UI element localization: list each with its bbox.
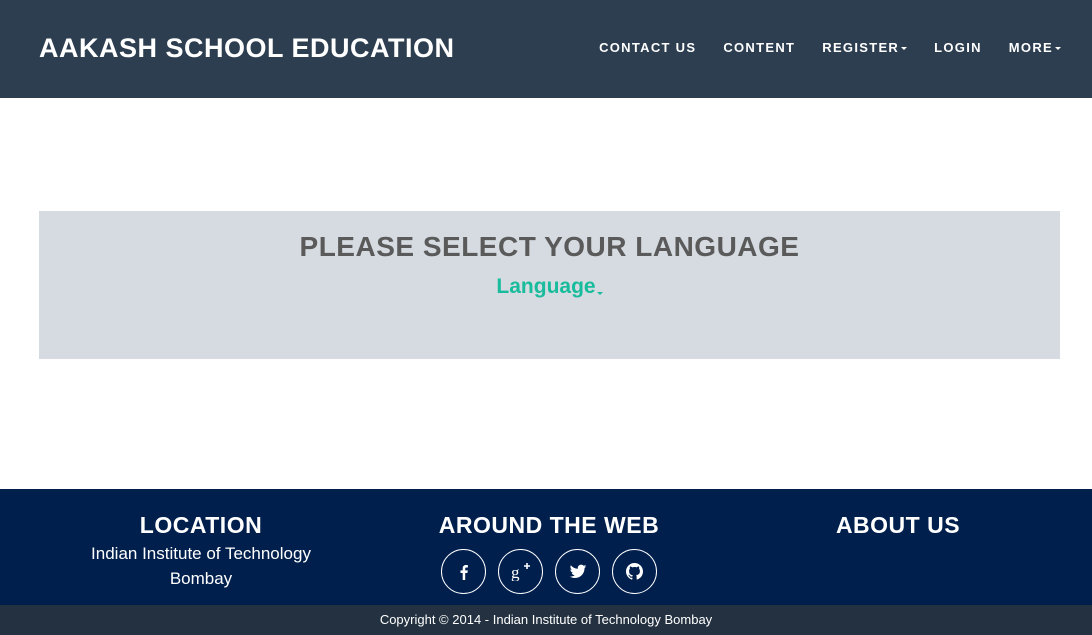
language-dropdown: Language bbox=[39, 274, 1060, 302]
footer-around-the-web: AROUND THE WEB g bbox=[384, 509, 714, 594]
nav-more-label: MORE bbox=[1008, 40, 1053, 55]
caret-down-icon bbox=[596, 292, 603, 295]
caret-down-icon bbox=[1055, 47, 1061, 51]
page-title: PLEASE SELECT YOUR LANGUAGE bbox=[299, 231, 800, 262]
footer: LOCATION Indian Institute of Technology … bbox=[0, 489, 1092, 605]
google-plus-button[interactable]: g bbox=[498, 549, 543, 594]
facebook-button[interactable] bbox=[441, 549, 486, 594]
github-icon bbox=[626, 563, 643, 580]
language-dropdown-label: Language bbox=[496, 275, 596, 298]
nav-register-label: REGISTER bbox=[822, 40, 900, 55]
nav-login[interactable]: LOGIN bbox=[934, 38, 982, 58]
nav-contact-us[interactable]: CONTACT US bbox=[599, 38, 696, 58]
twitter-button[interactable] bbox=[555, 549, 600, 594]
nav-content-label: CONTENT bbox=[723, 40, 796, 55]
footer-about-us: ABOUT US bbox=[733, 509, 1063, 541]
social-links: g bbox=[384, 549, 714, 594]
nav-contact-us-label: CONTACT US bbox=[599, 40, 697, 55]
svg-text:g: g bbox=[511, 563, 520, 581]
copyright-text: Copyright © 2014 - Indian Institute of T… bbox=[379, 612, 713, 627]
nav-content[interactable]: CONTENT bbox=[723, 38, 795, 58]
google-plus-icon: g bbox=[511, 562, 530, 581]
location-line-1: Indian Institute of Technology bbox=[91, 544, 311, 563]
github-button[interactable] bbox=[612, 549, 657, 594]
main-nav: CONTACT US CONTENT REGISTER LOGIN MORE bbox=[599, 38, 1061, 58]
footer-location: LOCATION Indian Institute of Technology … bbox=[36, 509, 366, 591]
about-us-heading: ABOUT US bbox=[835, 512, 961, 538]
navbar: AAKASH SCHOOL EDUCATION CONTACT US CONTE… bbox=[0, 0, 1092, 98]
language-panel: PLEASE SELECT YOUR LANGUAGE Language bbox=[39, 211, 1060, 359]
location-heading: LOCATION bbox=[139, 512, 263, 538]
facebook-icon bbox=[460, 564, 468, 580]
brand-link[interactable]: AAKASH SCHOOL EDUCATION bbox=[39, 32, 455, 64]
location-line-2: Bombay bbox=[169, 569, 233, 588]
nav-more-dropdown[interactable]: MORE bbox=[1009, 38, 1061, 58]
twitter-icon bbox=[569, 564, 586, 578]
caret-down-icon bbox=[901, 47, 908, 51]
nav-login-label: LOGIN bbox=[934, 40, 982, 55]
language-dropdown-toggle[interactable]: Language bbox=[496, 275, 603, 298]
nav-register-dropdown[interactable]: REGISTER bbox=[822, 38, 908, 58]
around-the-web-heading: AROUND THE WEB bbox=[438, 512, 660, 538]
copyright-bar: Copyright © 2014 - Indian Institute of T… bbox=[0, 605, 1092, 635]
